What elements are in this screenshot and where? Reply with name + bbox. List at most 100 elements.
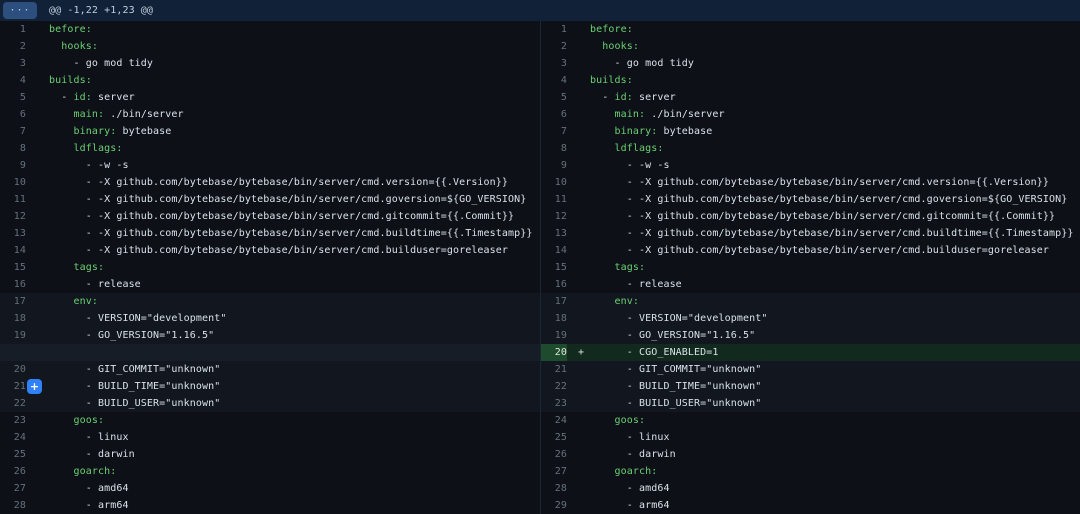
line-number[interactable]: 2: [541, 38, 567, 55]
line-number[interactable]: 1: [541, 21, 567, 38]
diff-marker: [567, 174, 590, 191]
line-number[interactable]: 7: [0, 123, 26, 140]
line-number[interactable]: 3: [0, 55, 26, 72]
line-number[interactable]: 25: [541, 429, 567, 446]
diff-marker: [567, 480, 590, 497]
line-number[interactable]: 11: [0, 191, 26, 208]
line-number[interactable]: 4: [0, 72, 26, 89]
line-number[interactable]: 24: [0, 429, 26, 446]
line-number[interactable]: 26: [0, 463, 26, 480]
code-token: - darwin: [590, 449, 676, 460]
line-number[interactable]: 13: [541, 225, 567, 242]
line-number[interactable]: 6: [541, 106, 567, 123]
line-number[interactable]: 7: [541, 123, 567, 140]
code-line: - GIT_COMMIT="unknown": [590, 361, 761, 378]
diff-marker: [567, 38, 590, 55]
code-line: env:: [49, 293, 98, 310]
line-number[interactable]: 17: [541, 293, 567, 310]
line-number[interactable]: 16: [541, 276, 567, 293]
line-number[interactable]: 10: [541, 174, 567, 191]
code-line: hooks:: [49, 38, 98, 55]
line-number[interactable]: 19: [0, 327, 26, 344]
line-number[interactable]: 3: [541, 55, 567, 72]
line-number[interactable]: 23: [541, 395, 567, 412]
line-number[interactable]: 15: [541, 259, 567, 276]
diff-marker: [567, 293, 590, 310]
line-number[interactable]: 5: [541, 89, 567, 106]
code-token: - GO_VERSION="1.16.5": [590, 330, 755, 341]
yaml-key-token: tags:: [73, 262, 104, 273]
line-number[interactable]: 2: [0, 38, 26, 55]
line-number[interactable]: 15: [0, 259, 26, 276]
code-token: bytebase: [116, 126, 171, 137]
code-line: - arm64: [49, 497, 129, 514]
line-number[interactable]: 27: [541, 463, 567, 480]
diff-row-new-9: 9 - -w -s: [541, 157, 1080, 174]
line-number[interactable]: 1: [0, 21, 26, 38]
diff-marker: [567, 140, 590, 157]
code-line: goos:: [49, 412, 104, 429]
line-number[interactable]: 21: [541, 361, 567, 378]
line-number[interactable]: 18: [0, 310, 26, 327]
line-number[interactable]: 14: [0, 242, 26, 259]
line-number[interactable]: 8: [0, 140, 26, 157]
diff-row-new-27: 27 goarch:: [541, 463, 1080, 480]
line-number[interactable]: 28: [541, 480, 567, 497]
line-number[interactable]: 22: [541, 378, 567, 395]
diff-row-old-24: 24 - linux: [0, 429, 540, 446]
diff-row-new-29: 29 - arm64: [541, 497, 1080, 514]
line-number[interactable]: 25: [0, 446, 26, 463]
line-number[interactable]: 16: [0, 276, 26, 293]
line-number[interactable]: 12: [541, 208, 567, 225]
diff-row-new-28: 28 - amd64: [541, 480, 1080, 497]
line-number[interactable]: 17: [0, 293, 26, 310]
diff-marker: [567, 208, 590, 225]
line-number[interactable]: 18: [541, 310, 567, 327]
hunk-header: ··· @@ -1,22 +1,23 @@: [0, 0, 1080, 21]
diff-marker: [26, 55, 49, 72]
code-token: - -X github.com/bytebase/bytebase/bin/se…: [49, 177, 508, 188]
line-number[interactable]: 27: [0, 480, 26, 497]
line-number[interactable]: 14: [541, 242, 567, 259]
line-number[interactable]: 4: [541, 72, 567, 89]
line-number[interactable]: 13: [0, 225, 26, 242]
line-number[interactable]: 9: [541, 157, 567, 174]
yaml-key-token: binary:: [73, 126, 116, 137]
line-number[interactable]: 21: [0, 378, 26, 395]
diff-row-old-11: 11 - -X github.com/bytebase/bytebase/bin…: [0, 191, 540, 208]
line-number[interactable]: 20: [0, 361, 26, 378]
yaml-key-token: before:: [49, 24, 92, 35]
line-number[interactable]: 23: [0, 412, 26, 429]
diff-marker: [26, 276, 49, 293]
code-line: - GIT_COMMIT="unknown": [49, 361, 220, 378]
line-number[interactable]: 24: [541, 412, 567, 429]
expand-hunk-button[interactable]: ···: [3, 2, 37, 19]
line-number[interactable]: 8: [541, 140, 567, 157]
code-line: ldflags:: [49, 140, 122, 157]
line-number[interactable]: 26: [541, 446, 567, 463]
yaml-key-token: ldflags:: [73, 143, 122, 154]
code-token: - -X github.com/bytebase/bytebase/bin/se…: [590, 228, 1074, 239]
code-line: builds:: [49, 72, 92, 89]
line-number[interactable]: 28: [0, 497, 26, 514]
diff-row-old-4: 4 builds:: [0, 72, 540, 89]
code-token: - go mod tidy: [49, 58, 153, 69]
diff-row-new-10: 10 - -X github.com/bytebase/bytebase/bin…: [541, 174, 1080, 191]
code-line: - BUILD_USER="unknown": [590, 395, 761, 412]
diff-row-old-26: 26 goarch:: [0, 463, 540, 480]
line-number[interactable]: 19: [541, 327, 567, 344]
line-number[interactable]: 10: [0, 174, 26, 191]
line-number[interactable]: 9: [0, 157, 26, 174]
line-number[interactable]: 29: [541, 497, 567, 514]
line-number[interactable]: 11: [541, 191, 567, 208]
diff-pane-old: 1 before: 2 hooks: 3 - go mod tidy 4 builds: 5…: [0, 21, 540, 514]
line-number[interactable]: 22: [0, 395, 26, 412]
line-number[interactable]: 20: [541, 344, 567, 361]
diff-row-new-17: 17 env:: [541, 293, 1080, 310]
diff-row-new-11: 11 - -X github.com/bytebase/bytebase/bin…: [541, 191, 1080, 208]
line-number[interactable]: 5: [0, 89, 26, 106]
code-line: - release: [590, 276, 682, 293]
line-number[interactable]: 12: [0, 208, 26, 225]
line-number[interactable]: 6: [0, 106, 26, 123]
add-comment-button[interactable]: +: [27, 379, 42, 394]
